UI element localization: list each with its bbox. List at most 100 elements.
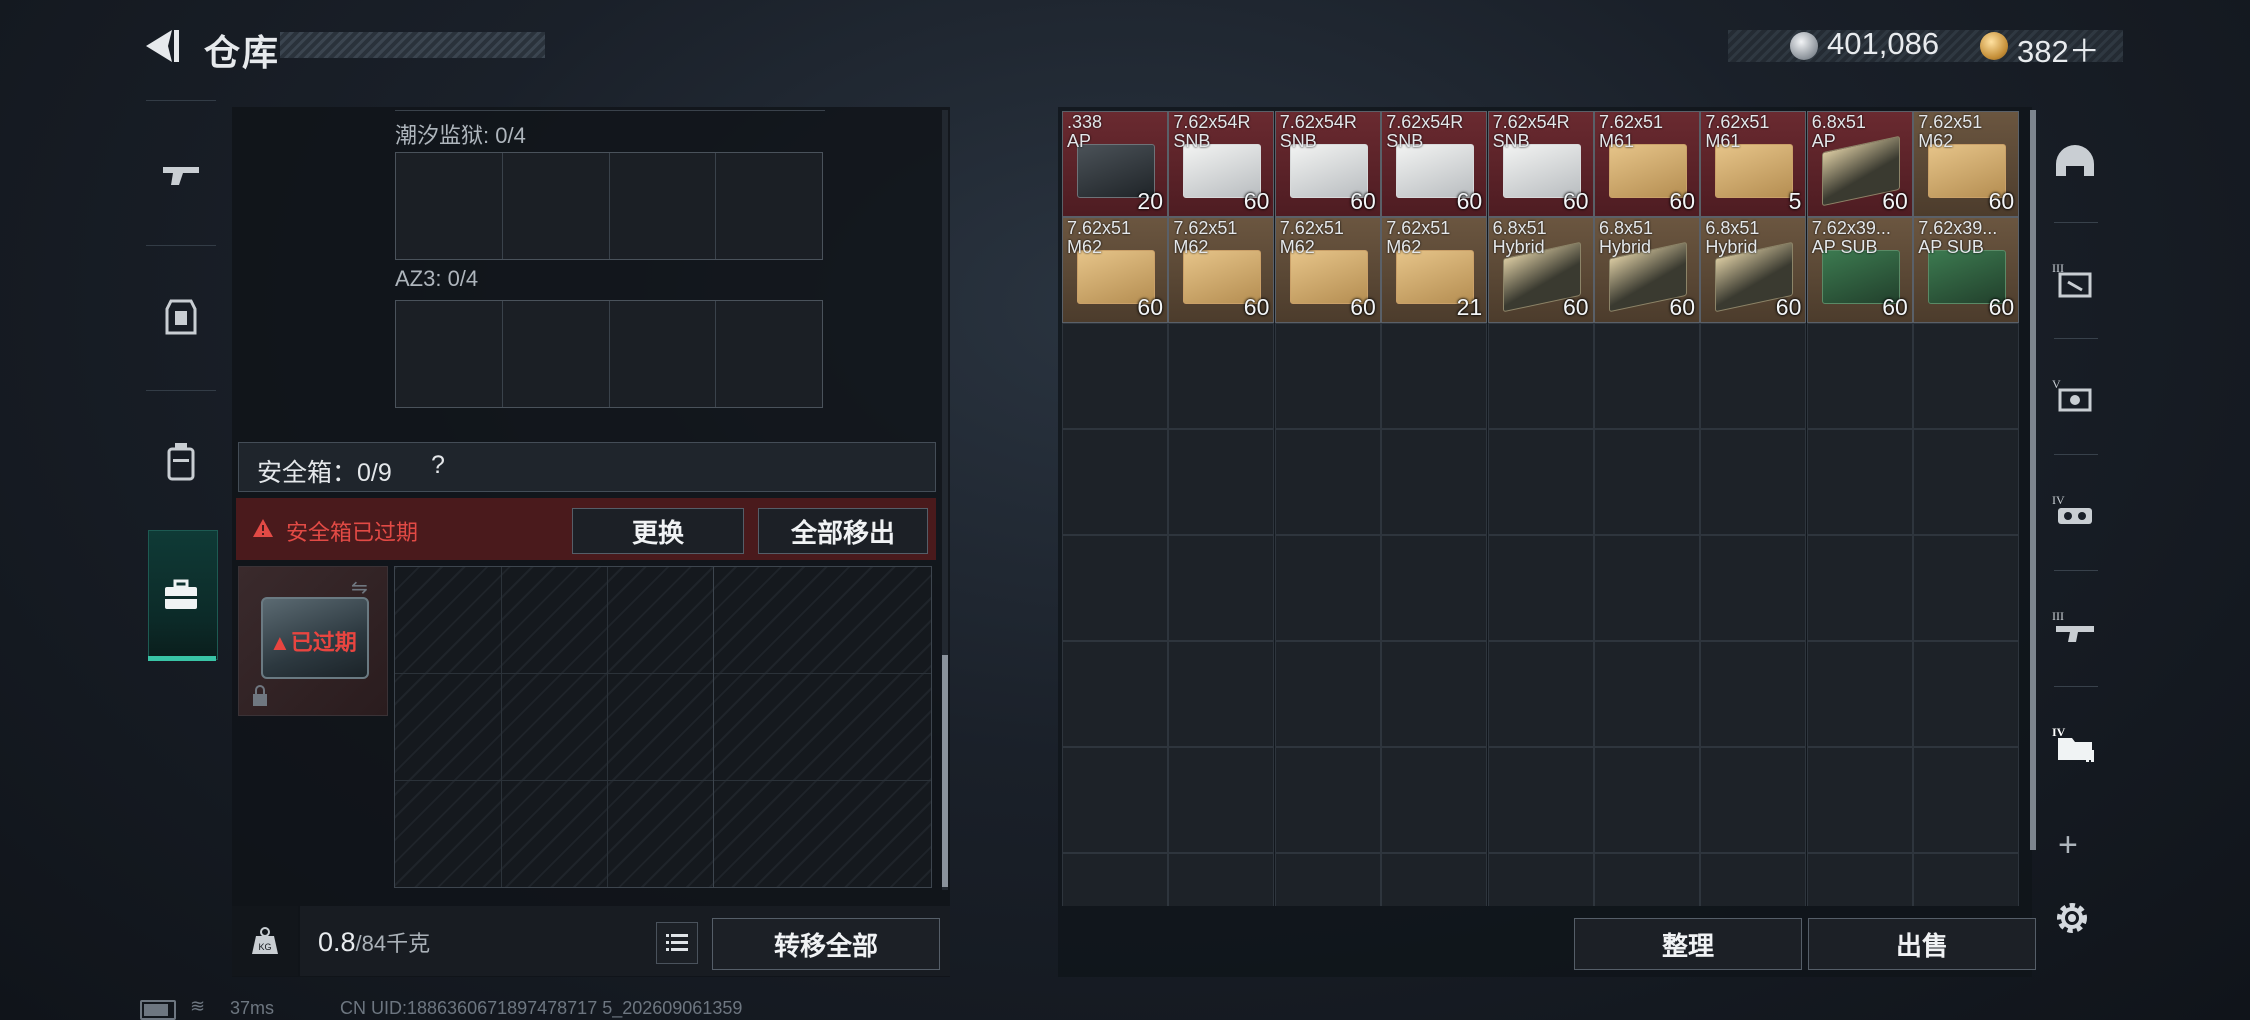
storage-slot[interactable] <box>1168 641 1275 747</box>
safe-case-slot[interactable]: ⇋ ▲已过期 <box>238 566 388 716</box>
storage-slot[interactable] <box>1913 641 2020 747</box>
ammo-item[interactable]: 7.62x51 M61 5 <box>1700 111 1807 217</box>
right-scrollbar-thumb[interactable] <box>2030 110 2036 850</box>
storage-slot[interactable] <box>1913 747 2020 853</box>
left-nav-armor[interactable] <box>138 252 224 382</box>
ammo-item[interactable]: 6.8x51 Hybrid 60 <box>1487 217 1594 323</box>
storage-slot[interactable] <box>1594 429 1700 535</box>
storage-slot[interactable] <box>1700 747 1807 853</box>
container-slot[interactable] <box>503 153 610 259</box>
right-nav-tier-3-weapon[interactable]: III <box>2040 574 2110 684</box>
storage-slot[interactable] <box>1806 429 1913 535</box>
gear-icon[interactable] <box>2052 898 2092 938</box>
ammo-item[interactable]: .338 AP 20 <box>1062 111 1168 217</box>
storage-slot[interactable] <box>1168 323 1275 429</box>
list-view-button[interactable] <box>656 922 698 964</box>
storage-slot[interactable] <box>1381 853 1488 906</box>
ammo-item[interactable]: 7.62x51 M62 60 <box>1274 217 1381 323</box>
swap-icon[interactable]: ⇋ <box>351 575 368 600</box>
container-slot[interactable] <box>716 301 822 407</box>
container-slot[interactable] <box>396 301 503 407</box>
container-slot[interactable] <box>396 153 503 259</box>
storage-slot[interactable] <box>1274 853 1381 906</box>
storage-slot[interactable] <box>1913 535 2020 641</box>
storage-slot[interactable] <box>1806 747 1913 853</box>
gold-currency-value[interactable]: 382＋ <box>2017 26 2100 71</box>
storage-slot[interactable] <box>1168 853 1275 906</box>
storage-slot[interactable] <box>1700 853 1807 906</box>
transfer-all-button[interactable]: 转移全部 <box>712 918 940 970</box>
storage-slot[interactable] <box>1594 853 1700 906</box>
storage-slot[interactable] <box>1806 641 1913 747</box>
storage-slot[interactable] <box>1487 747 1594 853</box>
right-nav-helmet[interactable] <box>2040 110 2110 220</box>
back-button[interactable] <box>138 26 182 66</box>
ammo-item[interactable]: 7.62x54R SNB 60 <box>1487 111 1594 217</box>
storage-slot[interactable] <box>1806 535 1913 641</box>
storage-slot[interactable] <box>1487 641 1594 747</box>
ammo-item[interactable]: 6.8x51 Hybrid 60 <box>1594 217 1700 323</box>
ammo-item[interactable]: 7.62x51 M62 21 <box>1381 217 1488 323</box>
storage-slot[interactable] <box>1062 323 1168 429</box>
storage-slot[interactable] <box>1913 323 2020 429</box>
container-slot[interactable] <box>716 153 822 259</box>
storage-slot[interactable] <box>1062 641 1168 747</box>
storage-slot[interactable] <box>1913 853 2020 906</box>
container-slot[interactable] <box>610 301 717 407</box>
storage-grid[interactable]: .338 AP 20 7.62x54R SNB 60 7.62x54R SNB 60 7.62x5… <box>1062 111 2020 906</box>
move-all-out-button[interactable]: 全部移出 <box>758 508 928 554</box>
storage-slot[interactable] <box>1487 323 1594 429</box>
storage-slot[interactable] <box>1168 429 1275 535</box>
storage-slot[interactable] <box>1381 641 1488 747</box>
storage-slot[interactable] <box>1381 535 1488 641</box>
storage-slot[interactable] <box>1274 323 1381 429</box>
storage-slot[interactable] <box>1487 853 1594 906</box>
storage-slot[interactable] <box>1594 323 1700 429</box>
left-nav-safe-case[interactable] <box>138 530 224 660</box>
storage-slot[interactable] <box>1700 429 1807 535</box>
ammo-item[interactable]: 6.8x51 AP 60 <box>1806 111 1913 217</box>
ammo-item[interactable]: 7.62x54R SNB 60 <box>1381 111 1488 217</box>
ammo-item[interactable]: 7.62x39... AP SUB 60 <box>1806 217 1913 323</box>
right-nav-tier-3-equip[interactable]: III <box>2040 226 2110 336</box>
storage-slot[interactable] <box>1700 535 1807 641</box>
container-grid[interactable] <box>395 152 823 260</box>
storage-slot[interactable] <box>1062 535 1168 641</box>
storage-slot[interactable] <box>1594 641 1700 747</box>
left-nav-backpack[interactable] <box>138 396 224 526</box>
container-grid[interactable] <box>395 300 823 408</box>
container-slot[interactable] <box>610 153 717 259</box>
add-tab-plus-icon[interactable]: + <box>2058 826 2078 865</box>
storage-slot[interactable] <box>1700 641 1807 747</box>
storage-slot[interactable] <box>1062 747 1168 853</box>
storage-slot[interactable] <box>1274 641 1381 747</box>
ammo-item[interactable]: 7.62x54R SNB 60 <box>1168 111 1275 217</box>
storage-slot[interactable] <box>1806 853 1913 906</box>
storage-slot[interactable] <box>1274 747 1381 853</box>
storage-slot[interactable] <box>1381 747 1488 853</box>
sell-button[interactable]: 出售 <box>1808 918 2036 970</box>
storage-slot[interactable] <box>1381 323 1488 429</box>
storage-slot[interactable] <box>1274 429 1381 535</box>
left-scrollbar-thumb[interactable] <box>942 655 948 887</box>
ammo-item[interactable]: 7.62x51 M62 60 <box>1168 217 1275 323</box>
storage-slot[interactable] <box>1594 535 1700 641</box>
storage-slot[interactable] <box>1168 535 1275 641</box>
storage-slot[interactable] <box>1274 535 1381 641</box>
ammo-item[interactable]: 7.62x39... AP SUB 60 <box>1913 217 2020 323</box>
right-nav-tier-4-folder[interactable]: IV <box>2040 690 2110 800</box>
container-slot[interactable] <box>503 301 610 407</box>
storage-slot[interactable] <box>1062 429 1168 535</box>
right-nav-tier-5-equip[interactable]: V <box>2040 342 2110 452</box>
safe-box-grid[interactable] <box>394 566 932 888</box>
replace-button[interactable]: 更换 <box>572 508 744 554</box>
storage-slot[interactable] <box>1913 429 2020 535</box>
help-icon[interactable]: ? <box>431 451 445 480</box>
ammo-item[interactable]: 7.62x51 M62 60 <box>1913 111 2020 217</box>
storage-slot[interactable] <box>1700 323 1807 429</box>
storage-slot[interactable] <box>1806 323 1913 429</box>
storage-slot[interactable] <box>1168 747 1275 853</box>
left-nav-weapons[interactable] <box>138 112 224 242</box>
storage-slot[interactable] <box>1381 429 1488 535</box>
ammo-item[interactable]: 7.62x51 M62 60 <box>1062 217 1168 323</box>
